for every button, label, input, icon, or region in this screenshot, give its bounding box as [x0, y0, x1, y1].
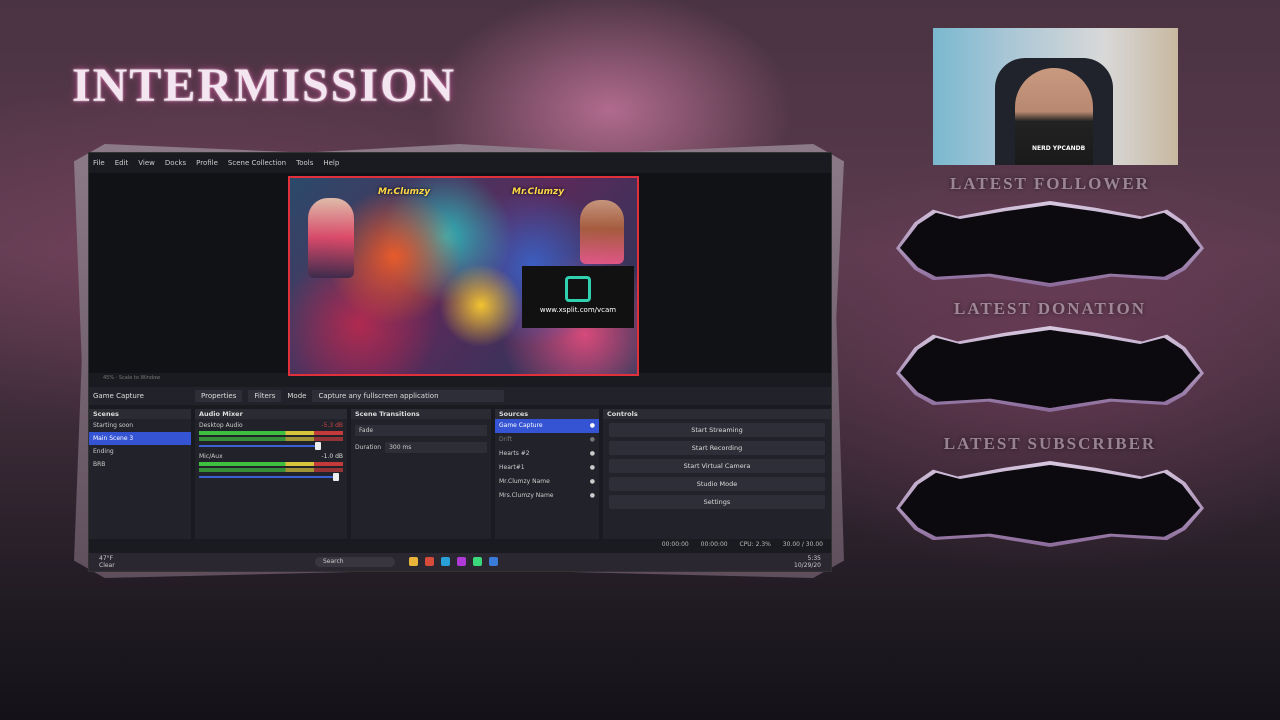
mixer-channel: Mic/Aux -1.0 dB: [195, 450, 347, 481]
transition-select[interactable]: Fade: [355, 425, 487, 436]
donation-banner: [900, 330, 1200, 408]
latest-follower-label: LATEST FOLLOWER: [950, 174, 1150, 193]
chrome-icon[interactable]: [425, 557, 434, 566]
eye-icon[interactable]: ●: [590, 475, 595, 489]
webcam-feed: NERD YPCANDB: [933, 28, 1178, 165]
eye-icon[interactable]: ●: [590, 419, 595, 433]
sources-header: Sources: [495, 409, 599, 419]
edge-icon[interactable]: [441, 557, 450, 566]
mixer-header: Audio Mixer: [195, 409, 347, 419]
audio-mixer-dock: Audio Mixer Desktop Audio -5.3 dB Mic/Au…: [195, 409, 347, 539]
menu-scene-collection[interactable]: Scene Collection: [228, 159, 286, 173]
menu-profile[interactable]: Profile: [196, 159, 218, 173]
app-icon[interactable]: [473, 557, 482, 566]
start-streaming-button[interactable]: Start Streaming: [609, 423, 825, 437]
properties-button[interactable]: Properties: [195, 390, 243, 402]
level-meter: [199, 468, 343, 472]
shirt-text: NERD YPCANDB: [1032, 145, 1086, 152]
taskbar-search[interactable]: Search: [315, 557, 395, 567]
channel-name: Mic/Aux: [199, 453, 223, 460]
source-item[interactable]: Drift ●: [495, 433, 599, 447]
channel-db: -1.0 dB: [321, 453, 343, 460]
menu-file[interactable]: File: [93, 159, 105, 173]
source-item[interactable]: Hearts #2 ●: [495, 447, 599, 461]
level-meter: [199, 462, 343, 466]
scenes-dock: Scenes Starting soon Main Scene 3 Ending…: [89, 409, 191, 539]
scene-transitions-dock: Scene Transitions Fade Duration 300 ms: [351, 409, 491, 539]
mode-select[interactable]: Capture any fullscreen application: [312, 390, 505, 402]
transitions-header: Scene Transitions: [351, 409, 491, 419]
intermission-title: INTERMISSION: [72, 59, 457, 112]
eye-icon[interactable]: ●: [590, 447, 595, 461]
scene-item[interactable]: Starting soon: [89, 419, 191, 432]
scene-item[interactable]: Ending: [89, 445, 191, 458]
subscriber-banner: [900, 465, 1200, 543]
studio-mode-button[interactable]: Studio Mode: [609, 477, 825, 491]
source-item[interactable]: Mr.Clumzy Name ●: [495, 475, 599, 489]
vcam-url: www.xsplit.com/vcam: [539, 306, 617, 314]
taskbar-app-icons: [409, 557, 498, 566]
stream-time: 00:00:00: [661, 541, 689, 548]
duration-label: Duration: [355, 444, 382, 451]
zoom-label: 45% · Scale to Window: [103, 375, 161, 381]
start-virtual-camera-button[interactable]: Start Virtual Camera: [609, 459, 825, 473]
source-item[interactable]: Heart#1 ●: [495, 461, 599, 475]
windows-taskbar: 47°F Clear Search 5:35 10/29/20: [89, 553, 831, 571]
level-meter: [199, 431, 343, 435]
weather-widget[interactable]: 47°F Clear: [99, 555, 115, 569]
preview-canvas[interactable]: Mr.Clumzy Mr.Clumzy www.xsplit.com/vcam: [288, 176, 639, 376]
eye-icon[interactable]: ●: [590, 461, 595, 475]
menu-docks[interactable]: Docks: [165, 159, 186, 173]
eye-icon[interactable]: ●: [590, 433, 595, 447]
app-icon[interactable]: [457, 557, 466, 566]
menu-edit[interactable]: Edit: [115, 159, 129, 173]
mode-label: Mode: [287, 392, 307, 400]
latest-donation-label: LATEST DONATION: [953, 299, 1146, 318]
fps-readout: 30.00 / 30.00: [782, 541, 823, 548]
filters-button[interactable]: Filters: [248, 390, 282, 402]
menu-bar: File Edit View Docks Profile Scene Colle…: [89, 159, 831, 173]
scene-item[interactable]: BRB: [89, 458, 191, 471]
obs-window: File Edit View Docks Profile Scene Colle…: [88, 152, 832, 572]
character-left: [308, 198, 354, 278]
sources-dock: Sources Game Capture ● Drift ● Hearts #2 ● …: [495, 409, 599, 539]
settings-button[interactable]: Settings: [609, 495, 825, 509]
name-tag-left: Mr.Clumzy: [378, 187, 431, 197]
controls-dock: Controls Start Streaming Start Recording…: [603, 409, 831, 539]
duration-field[interactable]: 300 ms: [385, 442, 487, 453]
system-tray-clock[interactable]: 5:35 10/29/20: [794, 555, 821, 569]
level-meter: [199, 437, 343, 441]
volume-slider[interactable]: [199, 442, 322, 450]
menu-tools[interactable]: Tools: [296, 159, 313, 173]
source-name: Game Capture: [93, 392, 144, 400]
follower-banner: [900, 205, 1200, 283]
xsplit-logo-icon: [565, 276, 591, 302]
app-icon[interactable]: [489, 557, 498, 566]
channel-name: Desktop Audio: [199, 422, 243, 429]
cpu-usage: CPU: 2.3%: [739, 541, 771, 548]
name-tag-right: Mr.Clumzy: [512, 187, 565, 197]
source-item[interactable]: Mrs.Clumzy Name ●: [495, 489, 599, 503]
source-item[interactable]: Game Capture ●: [495, 419, 599, 433]
start-recording-button[interactable]: Start Recording: [609, 441, 825, 455]
docks: Scenes Starting soon Main Scene 3 Ending…: [89, 409, 831, 539]
status-bar: 00:00:00 00:00:00 CPU: 2.3% 30.00 / 30.0…: [89, 539, 831, 551]
menu-help[interactable]: Help: [323, 159, 339, 173]
scene-item[interactable]: Main Scene 3: [89, 432, 191, 445]
eye-icon[interactable]: ●: [590, 489, 595, 503]
channel-db: -5.3 dB: [321, 422, 343, 429]
rec-time: 00:00:00: [700, 541, 728, 548]
scenes-header: Scenes: [89, 409, 191, 419]
menu-view[interactable]: View: [138, 159, 155, 173]
mixer-channel: Desktop Audio -5.3 dB: [195, 419, 347, 450]
vcam-watermark: www.xsplit.com/vcam: [522, 266, 634, 328]
source-toolbar: Game Capture Properties Filters Mode Cap…: [89, 387, 831, 405]
latest-subscriber-label: LATEST SUBSCRIBER: [943, 434, 1157, 453]
volume-slider[interactable]: [199, 473, 339, 481]
controls-header: Controls: [603, 409, 831, 419]
file-explorer-icon[interactable]: [409, 557, 418, 566]
character-right: [580, 200, 624, 264]
